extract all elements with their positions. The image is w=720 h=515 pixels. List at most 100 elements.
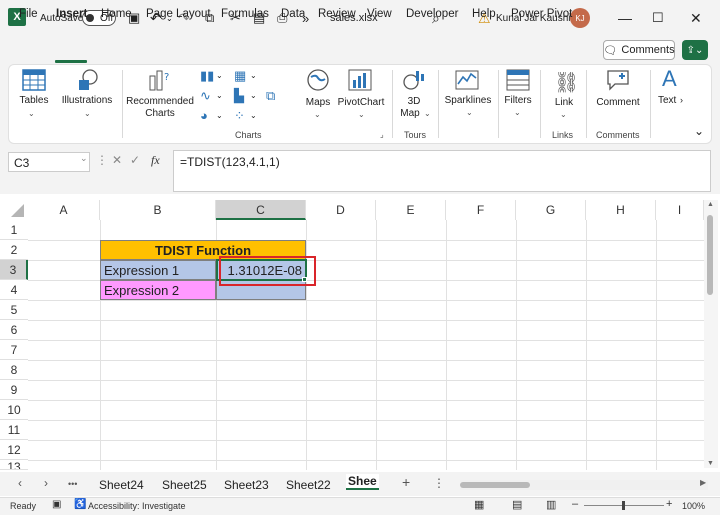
sheet-tab-sheet22[interactable]: Sheet22 bbox=[286, 478, 331, 492]
column-header-d[interactable]: D bbox=[306, 200, 376, 220]
row-header-12[interactable]: 12 bbox=[0, 440, 28, 460]
scroll-right-icon[interactable]: ▶ bbox=[700, 478, 706, 487]
row-header-4[interactable]: 4 bbox=[0, 280, 28, 300]
scroll-down-icon[interactable]: ▼ bbox=[707, 460, 714, 467]
comments-button[interactable]: 🗨 Comments bbox=[603, 40, 675, 60]
column-header-a[interactable]: A bbox=[28, 200, 100, 220]
minimize-icon[interactable]: — bbox=[618, 0, 632, 36]
horizontal-scroll-thumb[interactable] bbox=[460, 482, 530, 488]
accessibility-icon[interactable]: ♿ bbox=[74, 499, 86, 510]
vertical-scroll-thumb[interactable] bbox=[707, 215, 713, 295]
user-avatar[interactable]: KJ bbox=[570, 0, 590, 36]
enter-icon[interactable]: ✓ bbox=[130, 153, 140, 167]
more-icon[interactable]: ⋮ bbox=[96, 153, 108, 167]
zoom-in-icon[interactable]: + bbox=[666, 498, 672, 510]
zoom-slider-thumb[interactable] bbox=[622, 501, 625, 510]
ribbon-expand-icon[interactable]: ⌄ bbox=[694, 124, 704, 138]
column-header-e[interactable]: E bbox=[376, 200, 446, 220]
row-header-7[interactable]: 7 bbox=[0, 340, 28, 360]
recommended-charts-label-2[interactable]: Charts bbox=[126, 108, 194, 120]
illustrations-label[interactable]: Illustrations bbox=[60, 95, 114, 107]
scroll-up-icon[interactable]: ▲ bbox=[707, 201, 714, 208]
row-header-2[interactable]: 2 bbox=[0, 240, 28, 260]
new-comment-icon[interactable] bbox=[606, 68, 630, 95]
column-header-c[interactable]: C bbox=[216, 200, 306, 220]
statistic-chart-dropdown-icon[interactable]: ⌄ bbox=[250, 91, 257, 100]
column-header-b[interactable]: B bbox=[100, 200, 216, 220]
text-label[interactable]: Text bbox=[658, 95, 682, 107]
sparklines-dropdown-icon[interactable]: ⌄ bbox=[466, 107, 473, 119]
next-sheet-icon[interactable]: › bbox=[44, 476, 48, 490]
pivotchart-label[interactable]: PivotChart bbox=[336, 97, 386, 109]
illustrations-dropdown-icon[interactable]: ⌄ bbox=[84, 108, 91, 120]
row-header-8[interactable]: 8 bbox=[0, 360, 28, 380]
zoom-level[interactable]: 100% bbox=[682, 501, 705, 511]
add-sheet-icon[interactable]: + bbox=[402, 474, 410, 490]
menu-home[interactable]: Home bbox=[101, 8, 132, 20]
select-all-corner[interactable] bbox=[0, 200, 28, 220]
menu-formulas[interactable]: Formulas bbox=[221, 8, 269, 20]
row-header-9[interactable]: 9 bbox=[0, 380, 28, 400]
pie-chart-icon[interactable]: ◕ bbox=[200, 108, 208, 123]
line-chart-icon[interactable]: ∿ bbox=[200, 88, 211, 104]
sheet-tab-sheet24[interactable]: Sheet24 bbox=[99, 478, 144, 492]
name-box-dropdown-icon[interactable]: ⌄ bbox=[80, 153, 88, 164]
link-label[interactable]: Link bbox=[548, 97, 580, 109]
maps-dropdown-icon[interactable]: ⌄ bbox=[314, 109, 321, 121]
filters-icon[interactable] bbox=[506, 68, 530, 95]
pivotchart-icon[interactable] bbox=[348, 68, 372, 95]
pie-chart-dropdown-icon[interactable]: ⌄ bbox=[216, 111, 223, 120]
insert-function-icon[interactable]: fx bbox=[151, 153, 160, 168]
ribbon-scroll-right-icon[interactable]: › bbox=[680, 95, 683, 105]
line-chart-dropdown-icon[interactable]: ⌄ bbox=[216, 91, 223, 100]
row-header-10[interactable]: 10 bbox=[0, 400, 28, 420]
recommended-charts-label-1[interactable]: Recommended bbox=[126, 96, 194, 108]
text-icon[interactable]: A bbox=[662, 66, 677, 92]
normal-view-icon[interactable]: ▦ bbox=[474, 498, 484, 511]
scatter-chart-icon[interactable]: ⁘ bbox=[234, 108, 245, 124]
maximize-icon[interactable]: ☐ bbox=[652, 0, 664, 36]
combo-chart-icon[interactable]: ⧉ bbox=[266, 88, 275, 104]
menu-page-layout[interactable]: Page Layout bbox=[146, 8, 211, 20]
prev-sheet-icon[interactable]: ‹ bbox=[18, 476, 22, 490]
column-header-g[interactable]: G bbox=[516, 200, 586, 220]
formula-input[interactable]: =TDIST(123,4.1,1) bbox=[173, 150, 711, 192]
cell-b3[interactable]: Expression 1 bbox=[100, 260, 216, 280]
filters-label[interactable]: Filters bbox=[500, 95, 536, 107]
menu-data[interactable]: Data bbox=[281, 8, 305, 20]
comment-label[interactable]: Comment bbox=[592, 97, 644, 109]
accessibility-status[interactable]: Accessibility: Investigate bbox=[88, 501, 186, 511]
charts-dialog-launcher-icon[interactable]: ⌟ bbox=[380, 130, 384, 139]
maps-icon[interactable] bbox=[306, 68, 330, 95]
hierarchy-chart-icon[interactable]: ▦ bbox=[234, 68, 246, 84]
macro-record-icon[interactable]: ▣ bbox=[52, 499, 61, 510]
3d-map-icon[interactable] bbox=[402, 68, 426, 95]
row-header-13[interactable]: 13 bbox=[0, 460, 28, 470]
filters-dropdown-icon[interactable]: ⌄ bbox=[514, 107, 521, 119]
page-layout-view-icon[interactable]: ▤ bbox=[512, 498, 522, 511]
sheet-tab-active[interactable]: Shee bbox=[346, 474, 379, 490]
pivotchart-dropdown-icon[interactable]: ⌄ bbox=[358, 109, 365, 121]
scatter-chart-dropdown-icon[interactable]: ⌄ bbox=[250, 111, 257, 120]
column-header-f[interactable]: F bbox=[446, 200, 516, 220]
illustrations-icon[interactable] bbox=[76, 68, 100, 95]
cell-b4[interactable]: Expression 2 bbox=[100, 280, 216, 300]
more-sheets-left[interactable]: ••• bbox=[68, 479, 77, 489]
column-header-i[interactable]: I bbox=[656, 200, 704, 220]
sheet-options-icon[interactable]: ⋮ bbox=[433, 476, 445, 490]
column-chart-dropdown-icon[interactable]: ⌄ bbox=[216, 71, 223, 80]
sheet-tab-sheet23[interactable]: Sheet23 bbox=[224, 478, 269, 492]
recommended-charts-icon[interactable]: ? bbox=[148, 68, 172, 95]
3d-map-dropdown-icon[interactable]: ⌄ bbox=[424, 108, 431, 120]
maps-label[interactable]: Maps bbox=[300, 97, 336, 109]
menu-review[interactable]: Review bbox=[318, 8, 356, 20]
menu-developer[interactable]: Developer bbox=[406, 8, 458, 20]
3d-map-label-2[interactable]: Map bbox=[396, 108, 424, 120]
row-header-6[interactable]: 6 bbox=[0, 320, 28, 340]
name-box[interactable]: C3 bbox=[8, 152, 90, 172]
tables-label[interactable]: Tables bbox=[18, 95, 50, 107]
share-button[interactable]: ⇪⌄ bbox=[682, 40, 708, 60]
hierarchy-chart-dropdown-icon[interactable]: ⌄ bbox=[250, 71, 257, 80]
zoom-out-icon[interactable]: – bbox=[572, 498, 578, 510]
link-dropdown-icon[interactable]: ⌄ bbox=[560, 109, 567, 121]
